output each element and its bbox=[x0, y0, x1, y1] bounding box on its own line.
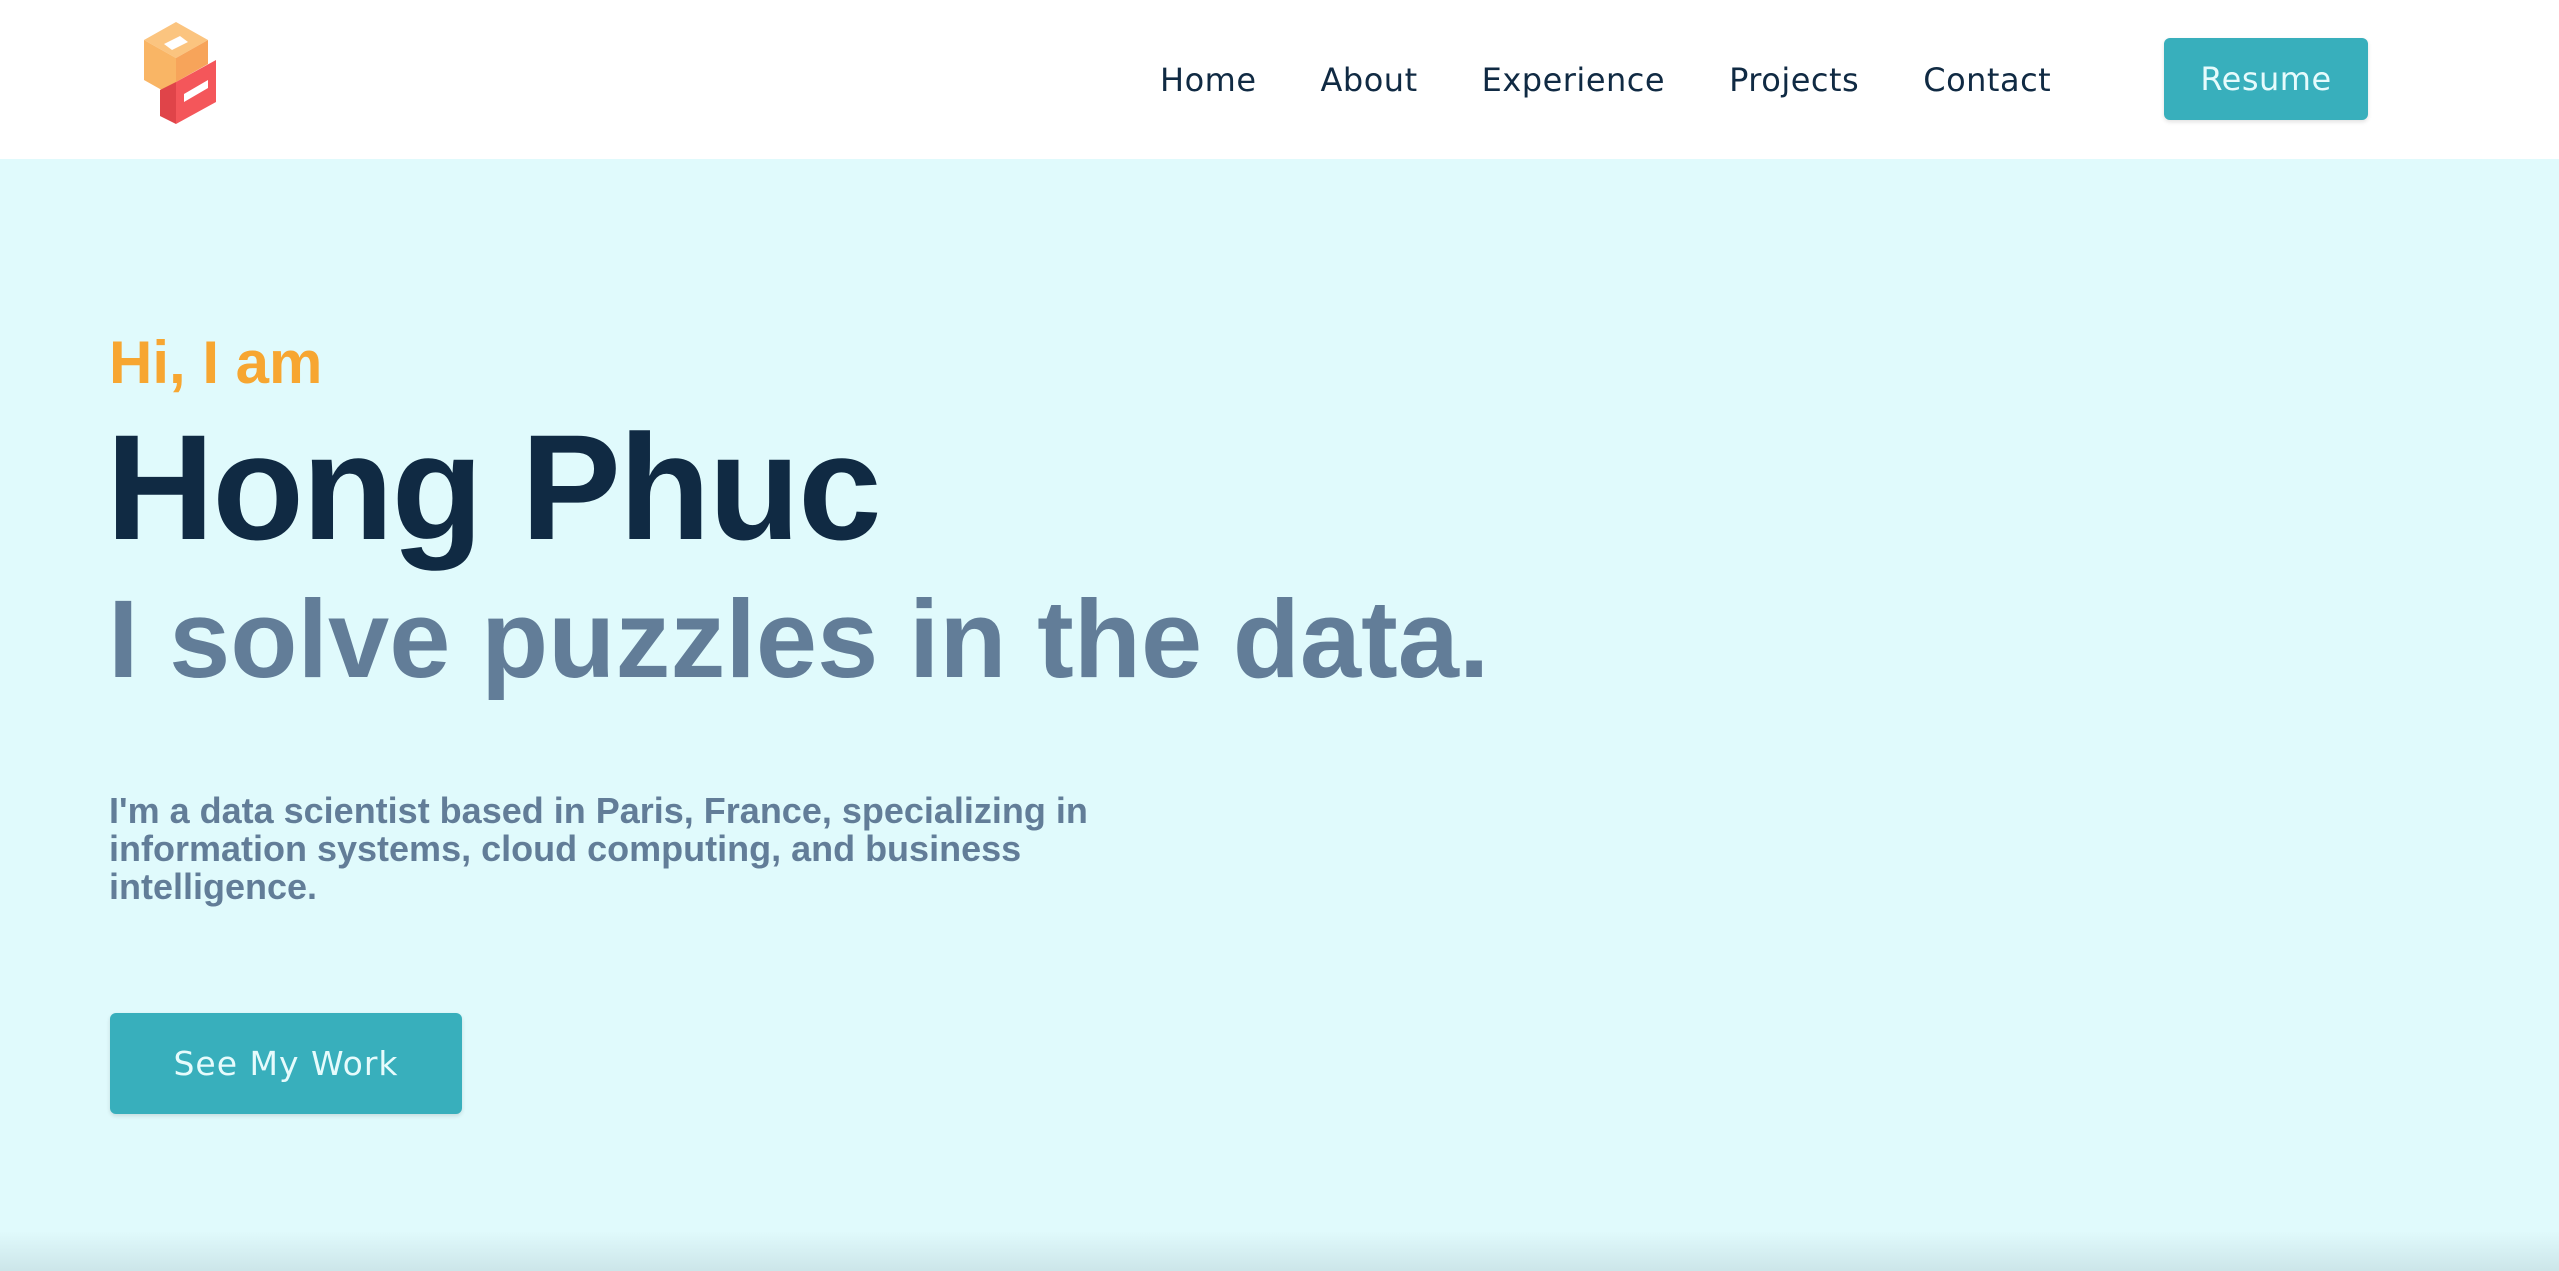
section-divider-shadow bbox=[0, 1231, 2559, 1271]
see-my-work-button[interactable]: See My Work bbox=[110, 1013, 462, 1114]
nav-item-experience[interactable]: Experience bbox=[1482, 61, 1665, 99]
hero-bio: I'm a data scientist based in Paris, Fra… bbox=[109, 790, 1088, 907]
nav-item-projects[interactable]: Projects bbox=[1729, 61, 1859, 99]
nav-item-contact[interactable]: Contact bbox=[1923, 61, 2051, 99]
hero-name: Hong Phuc bbox=[106, 403, 882, 571]
nav-item-home[interactable]: Home bbox=[1160, 61, 1257, 99]
resume-button[interactable]: Resume bbox=[2164, 38, 2368, 120]
nav-links: Home About Experience Projects Contact bbox=[1160, 0, 2115, 159]
hero-greeting: Hi, I am bbox=[109, 329, 323, 396]
nav-item-about[interactable]: About bbox=[1321, 61, 1418, 99]
navbar: Home About Experience Projects Contact R… bbox=[0, 0, 2559, 159]
logo-icon[interactable] bbox=[128, 20, 224, 128]
hero-tagline: I solve puzzles in the data. bbox=[108, 578, 1490, 701]
